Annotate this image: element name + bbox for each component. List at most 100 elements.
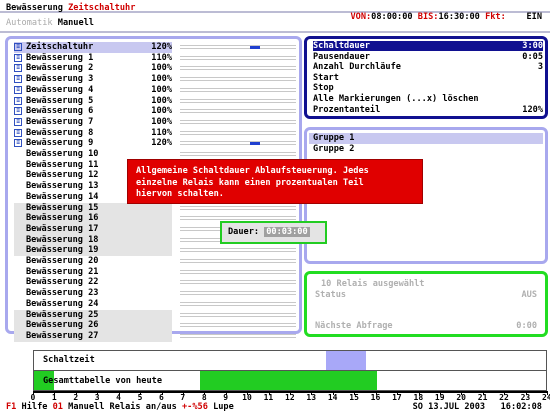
relay-bar	[180, 301, 296, 306]
relay-row[interactable]: Bewässerung 22	[14, 277, 172, 288]
relay-row[interactable]: ≡ Bewässerung 7 100%	[14, 117, 172, 128]
duration-input[interactable]: 00:03:00	[264, 227, 310, 237]
relay-row[interactable]: Bewässerung 19	[14, 245, 172, 256]
menu-item-value: 3	[537, 62, 543, 73]
timeline-tick-label: 18	[413, 393, 424, 402]
menu-item[interactable]: Schaltdauer 3:00	[313, 41, 543, 52]
timeline-tick-label: 2	[73, 393, 79, 402]
relay-name: Bewässerung 23	[26, 288, 99, 299]
clock: SO 13.JUL 2003 16:02:08	[413, 402, 542, 412]
fkt-value[interactable]: EIN	[526, 12, 542, 22]
mode-tabs: Automatik Manuell	[6, 18, 94, 28]
relay-row[interactable]: Bewässerung 25	[14, 310, 172, 321]
relay-row[interactable]: Bewässerung 26	[14, 320, 172, 331]
relay-name: Bewässerung 7	[26, 116, 94, 127]
timeline-tick-label: 1	[51, 393, 57, 402]
relay-bar	[180, 205, 296, 210]
status-value: AUS	[521, 290, 537, 300]
relay-name: Bewässerung 3	[26, 74, 94, 85]
bis-value[interactable]: 16:30:00	[438, 12, 479, 22]
relay-name: Bewässerung 19	[26, 245, 99, 256]
info-panel: 10 Relais ausgewählt Status AUS Nächste …	[304, 271, 548, 337]
relay-row[interactable]: Bewässerung 16	[14, 213, 172, 224]
relay-row[interactable]: ≡ Bewässerung 5 100%	[14, 96, 172, 107]
relay-row[interactable]: ≡ Bewässerung 4 100%	[14, 85, 172, 96]
relay-row[interactable]: ≡ Bewässerung 8 110%	[14, 128, 172, 139]
timeline-tick-label: 11	[263, 393, 274, 402]
relay-row[interactable]: Bewässerung 18	[14, 235, 172, 246]
group-item-1[interactable]: Gruppe 1	[309, 133, 543, 144]
relay-row[interactable]: ≡ Bewässerung 1 110%	[14, 53, 172, 64]
relay-icon: ≡	[14, 117, 22, 126]
duration-dialog: Dauer: 00:03:00	[220, 221, 327, 244]
mode-label: Zeitschaltuhr	[68, 3, 136, 13]
relay-percent: 100%	[151, 95, 172, 106]
menu-item[interactable]: Stop	[313, 83, 543, 93]
key-zoom[interactable]: +-%56	[182, 402, 208, 412]
relay-bar	[180, 87, 296, 92]
duration-label: Dauer:	[228, 227, 260, 237]
relay-bar	[180, 55, 296, 60]
fkt-label: Fkt:	[485, 12, 506, 22]
tab-manuell[interactable]: Manuell	[58, 18, 94, 28]
timeline-row-schedule: Schaltzeit	[43, 355, 95, 365]
von-value[interactable]: 08:00:00	[371, 12, 412, 22]
timeline-tick-label: 17	[392, 393, 402, 402]
relay-icon: ≡	[14, 53, 22, 62]
timeline-tick-label: 10	[242, 393, 252, 402]
timeline-tick-label: 22	[499, 393, 509, 402]
relay-icon: ≡	[14, 96, 22, 105]
timeline-tick-label: 3	[94, 393, 100, 402]
help-popup: Allgemeine Schaltdauer Ablaufsteuerung. …	[127, 159, 423, 204]
timeline-tick-label: 19	[434, 393, 445, 402]
relay-icon: ≡	[14, 85, 22, 94]
relay-name: Bewässerung 6	[26, 106, 94, 117]
relay-bar	[180, 152, 296, 156]
relay-row[interactable]: Bewässerung 23	[14, 288, 172, 299]
relay-bar	[180, 98, 296, 103]
relay-row[interactable]: Bewässerung 21	[14, 267, 172, 278]
tab-automatik[interactable]: Automatik	[6, 18, 53, 28]
relay-bar	[180, 119, 296, 124]
menu-item[interactable]: Start	[313, 73, 543, 83]
relay-name: Bewässerung 22	[26, 277, 99, 288]
menu-item[interactable]: Pausendauer 0:05	[313, 52, 543, 62]
relay-row[interactable]: ≡ Bewässerung 2 100%	[14, 63, 172, 74]
menu-item[interactable]: Anzahl Durchläufe 3	[313, 62, 543, 72]
relay-row[interactable]: Bewässerung 20	[14, 256, 172, 267]
relay-bar	[180, 216, 296, 221]
manual-hint: Manuell Relais an/aus	[68, 402, 177, 412]
relay-row[interactable]: ≡ Zeitschaltuhr 120%	[14, 42, 172, 53]
relay-name: Zeitschaltuhr	[26, 42, 94, 52]
relay-bar-marker	[250, 141, 260, 145]
next-query-value: 0:00	[516, 321, 537, 331]
relay-icon: ≡	[14, 43, 22, 51]
menu-item[interactable]: Prozentanteil 120%	[313, 105, 543, 115]
relay-row[interactable]: ≡ Bewässerung 3 100%	[14, 74, 172, 85]
relay-row[interactable]: Bewässerung 27	[14, 331, 172, 342]
menu-item-label: Schaltdauer	[313, 41, 370, 51]
relay-icon: ≡	[14, 64, 22, 73]
relay-percent: 100%	[151, 74, 172, 85]
timeline-tick-label: 16	[370, 393, 381, 402]
relay-bar	[180, 259, 296, 263]
relay-name: Bewässerung 4	[26, 84, 94, 95]
relay-row[interactable]: Bewässerung 10	[14, 149, 172, 160]
menu-item-label: Start	[313, 72, 339, 83]
menu-item[interactable]: Alle Markierungen (...x) löschen	[313, 94, 543, 104]
relay-name: Bewässerung 26	[26, 320, 99, 331]
menu-item-label: Prozentanteil	[313, 104, 381, 115]
key-01[interactable]: 01	[53, 402, 63, 412]
relay-percent: 120%	[151, 42, 172, 52]
app-name: Bewässerung	[6, 3, 63, 13]
relay-name: Bewässerung 2	[26, 63, 94, 74]
relay-row[interactable]: Bewässerung 15	[14, 203, 172, 214]
relay-name: Bewässerung 12	[26, 170, 99, 181]
relay-row[interactable]: ≡ Bewässerung 6 100%	[14, 106, 172, 117]
key-f1[interactable]: F1	[6, 402, 16, 412]
relay-bar-marker	[250, 45, 260, 49]
relay-row[interactable]: Bewässerung 24	[14, 299, 172, 310]
group-item-2[interactable]: Gruppe 2	[313, 144, 354, 154]
relay-row[interactable]: Bewässerung 17	[14, 224, 172, 235]
relay-row[interactable]: ≡ Bewässerung 9 120%	[14, 138, 172, 149]
